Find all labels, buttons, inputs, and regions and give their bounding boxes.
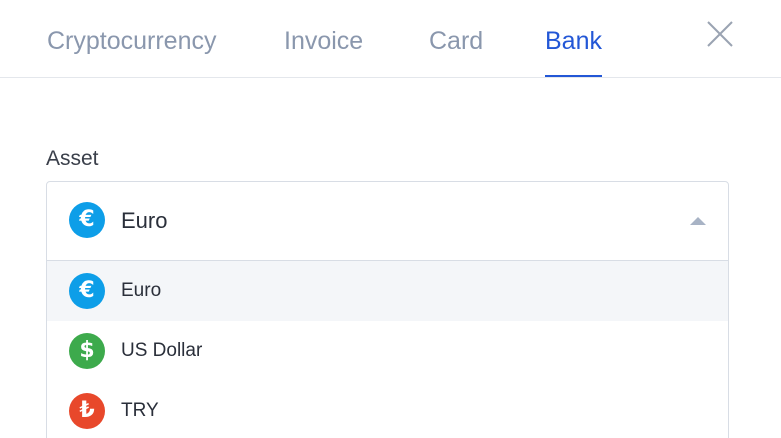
- euro-icon: €: [69, 202, 105, 238]
- close-icon: [707, 21, 733, 47]
- tab-invoice[interactable]: Invoice: [284, 26, 363, 56]
- asset-label: Asset: [46, 147, 99, 170]
- euro-icon: €: [69, 273, 105, 309]
- asset-select[interactable]: € Euro: [46, 181, 729, 261]
- option-label: Euro: [121, 280, 162, 301]
- tab-bank[interactable]: Bank: [545, 26, 602, 77]
- close-button[interactable]: [704, 18, 736, 50]
- asset-dropdown-list: € Euro $ US Dollar ₺ TRY: [46, 260, 729, 438]
- option-try[interactable]: ₺ TRY: [47, 381, 728, 438]
- option-label: TRY: [121, 400, 159, 421]
- tab-card[interactable]: Card: [429, 26, 483, 56]
- tab-cryptocurrency[interactable]: Cryptocurrency: [47, 26, 217, 56]
- option-us-dollar[interactable]: $ US Dollar: [47, 321, 728, 381]
- option-euro[interactable]: € Euro: [47, 261, 728, 321]
- option-label: US Dollar: [121, 340, 203, 361]
- asset-select-value: Euro: [121, 208, 168, 233]
- lira-icon: ₺: [69, 393, 105, 429]
- dollar-icon: $: [69, 333, 105, 369]
- tab-bar: Cryptocurrency Invoice Card Bank: [0, 0, 781, 78]
- caret-up-icon[interactable]: [690, 217, 706, 225]
